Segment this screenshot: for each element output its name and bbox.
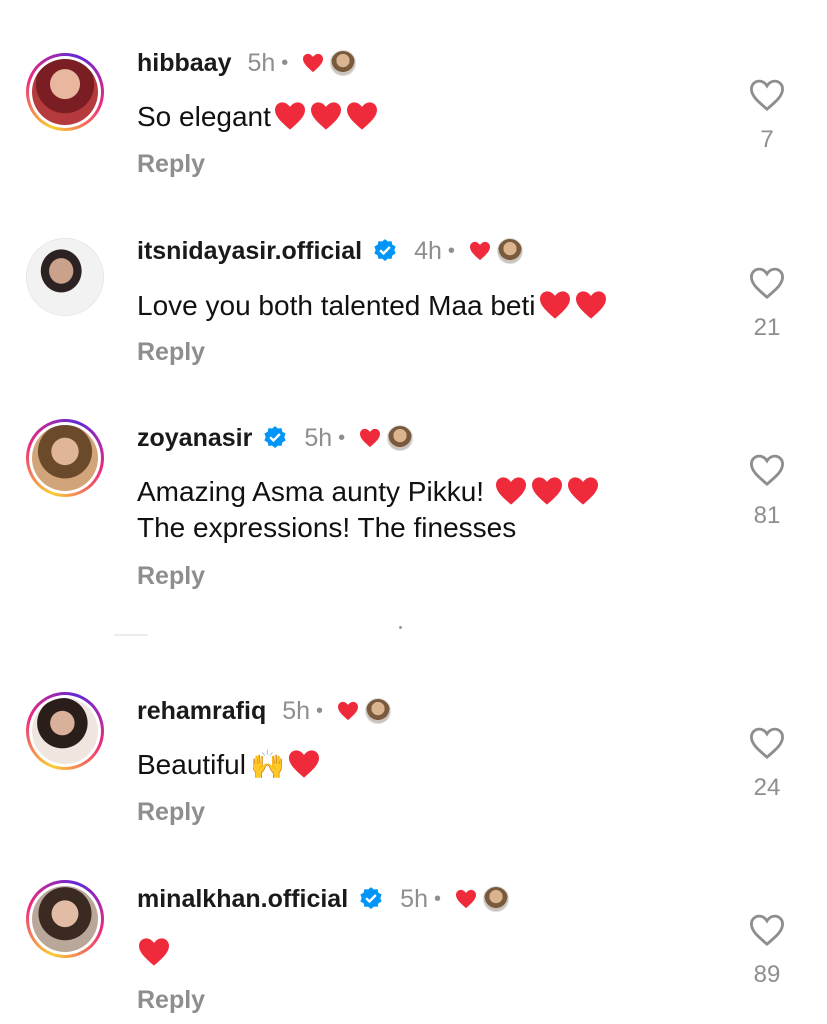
creator-avatar-icon — [496, 238, 523, 264]
heart-outline-icon[interactable] — [748, 913, 786, 947]
divider — [399, 626, 402, 629]
comment-text: Love you both talented Maa beti — [137, 288, 608, 324]
heart-outline-icon[interactable] — [748, 266, 786, 300]
raised-hands-emoji-icon: 🙌 — [249, 749, 285, 780]
username[interactable]: itsnidayasir.official — [137, 237, 362, 266]
heart-outline-icon[interactable] — [748, 726, 786, 760]
creator-avatar-icon — [330, 50, 357, 76]
heart-emoji-icon — [539, 291, 570, 319]
reply-button[interactable]: Reply — [137, 562, 205, 591]
comment-text: Amazing Asma aunty Pikku! The expression… — [137, 474, 600, 546]
avatar-photo — [32, 698, 98, 764]
avatar[interactable] — [26, 53, 104, 131]
separator-dot: • — [316, 699, 324, 722]
red-heart-icon — [469, 241, 490, 261]
like-count: 81 — [753, 502, 781, 529]
creator-avatar-icon — [387, 425, 414, 451]
like-count: 21 — [753, 314, 781, 341]
heart-emoji-icon — [139, 938, 169, 966]
heart-emoji-icon — [310, 102, 341, 130]
reply-button[interactable]: Reply — [137, 798, 205, 827]
separator-dot: • — [338, 426, 346, 449]
heart-emoji-icon — [346, 102, 377, 130]
avatar-photo — [32, 425, 98, 491]
red-heart-icon — [360, 428, 381, 448]
heart-emoji-icon — [575, 291, 606, 319]
heart-emoji-icon — [274, 102, 305, 130]
verified-badge-icon — [374, 239, 396, 261]
verified-badge-icon — [264, 426, 286, 448]
separator-dot: • — [281, 51, 289, 74]
like-count: 24 — [753, 774, 781, 801]
username[interactable]: minalkhan.official — [137, 885, 348, 914]
avatar-photo — [27, 239, 103, 315]
timestamp: 5h — [247, 48, 276, 77]
comment-text: So elegant — [137, 99, 379, 135]
username[interactable]: rehamrafiq — [137, 697, 266, 726]
verified-badge-icon — [360, 887, 382, 909]
timestamp: 5h — [400, 884, 428, 913]
heart-emoji-icon — [531, 477, 562, 505]
reply-button[interactable]: Reply — [137, 338, 205, 367]
red-heart-icon — [456, 889, 476, 909]
timestamp: 5h — [304, 423, 333, 452]
red-heart-icon — [303, 53, 324, 73]
reply-button[interactable]: Reply — [137, 986, 205, 1015]
username[interactable]: hibbaay — [137, 49, 231, 78]
avatar-photo — [32, 59, 98, 125]
comment-text-line2: The expressions! The finesses — [137, 512, 517, 543]
timestamp: 5h — [282, 696, 311, 725]
reply-button[interactable]: Reply — [137, 150, 205, 179]
separator-dot: • — [433, 887, 441, 910]
comment-text — [137, 935, 171, 971]
heart-emoji-icon — [567, 477, 598, 505]
divider — [114, 634, 148, 636]
red-heart-icon — [338, 701, 359, 721]
creator-avatar-icon — [365, 698, 392, 724]
timestamp: 4h — [414, 236, 442, 265]
comment-text: Beautiful 🙌 — [137, 747, 321, 783]
heart-emoji-icon — [288, 750, 319, 778]
avatar[interactable] — [26, 419, 104, 497]
heart-outline-icon[interactable] — [748, 453, 786, 487]
separator-dot: • — [447, 239, 455, 262]
creator-avatar-icon — [483, 886, 509, 912]
avatar[interactable] — [26, 880, 104, 958]
avatar[interactable] — [26, 692, 104, 770]
avatar-photo — [32, 886, 98, 952]
username[interactable]: zoyanasir — [137, 424, 252, 453]
heart-outline-icon[interactable] — [748, 78, 786, 112]
avatar[interactable] — [26, 238, 104, 316]
like-count: 7 — [760, 126, 774, 153]
heart-emoji-icon — [495, 477, 526, 505]
like-count: 89 — [753, 961, 781, 988]
